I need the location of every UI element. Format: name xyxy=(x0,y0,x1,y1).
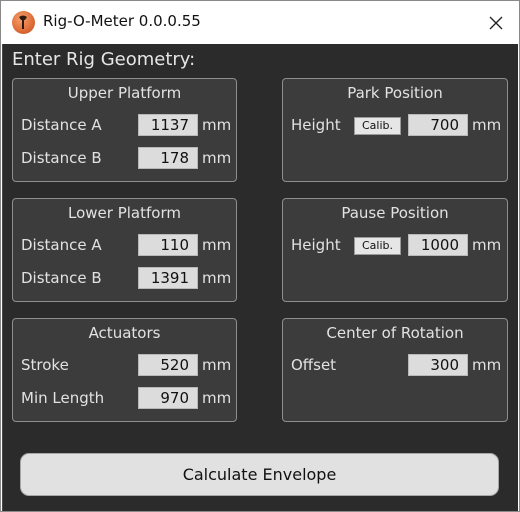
min-length-input[interactable]: 970 xyxy=(138,387,198,409)
upper-distance-a-input[interactable]: 1137 xyxy=(138,114,198,136)
main-content: Enter Rig Geometry: Upper Platform Dista… xyxy=(2,44,518,511)
unit-label: mm xyxy=(202,149,232,167)
actuators-panel: Actuators Stroke 520 mm Min Length 970 m… xyxy=(12,318,237,422)
pause-height-input[interactable]: 1000 xyxy=(408,234,468,256)
upper-platform-panel: Upper Platform Distance A 1137 mm Distan… xyxy=(12,78,237,182)
distance-b-label: Distance B xyxy=(21,149,102,167)
unit-label: mm xyxy=(202,269,232,287)
distance-a-label: Distance A xyxy=(21,116,102,134)
panel-title: Upper Platform xyxy=(67,84,182,102)
offset-input[interactable]: 300 xyxy=(408,354,468,376)
min-length-label: Min Length xyxy=(21,389,105,407)
unit-label: mm xyxy=(472,236,502,254)
offset-label: Offset xyxy=(291,356,337,374)
panel-title: Park Position xyxy=(347,84,443,102)
panel-title: Center of Rotation xyxy=(326,324,464,342)
height-label: Height xyxy=(291,236,341,254)
wrench-gauge-icon xyxy=(12,11,35,34)
panel-title: Lower Platform xyxy=(68,204,181,222)
unit-label: mm xyxy=(202,116,232,134)
height-label: Height xyxy=(291,116,341,134)
panel-title: Actuators xyxy=(88,324,161,342)
center-of-rotation-panel: Center of Rotation Offset 300 mm xyxy=(282,318,508,422)
page-title: Enter Rig Geometry: xyxy=(12,49,196,70)
stroke-label: Stroke xyxy=(21,356,69,374)
distance-b-label: Distance B xyxy=(21,269,102,287)
lower-distance-b-input[interactable]: 1391 xyxy=(138,267,198,289)
title-bar: Rig-O-Meter 0.0.0.55 xyxy=(1,1,519,44)
pause-calib-button[interactable]: Calib. xyxy=(354,237,401,255)
lower-distance-a-input[interactable]: 110 xyxy=(138,234,198,256)
unit-label: mm xyxy=(472,356,502,374)
unit-label: mm xyxy=(472,116,502,134)
close-button[interactable] xyxy=(473,1,519,44)
close-icon xyxy=(489,16,503,29)
upper-distance-b-input[interactable]: 178 xyxy=(138,147,198,169)
pause-position-panel: Pause Position Height Calib. 1000 mm xyxy=(282,198,508,302)
park-calib-button[interactable]: Calib. xyxy=(354,117,401,135)
unit-label: mm xyxy=(202,236,232,254)
distance-a-label: Distance A xyxy=(21,236,102,254)
lower-platform-panel: Lower Platform Distance A 110 mm Distanc… xyxy=(12,198,237,302)
calculate-envelope-button[interactable]: Calculate Envelope xyxy=(20,453,499,496)
panel-title: Pause Position xyxy=(341,204,449,222)
park-position-panel: Park Position Height Calib. 700 mm xyxy=(282,78,508,182)
unit-label: mm xyxy=(202,389,232,407)
app-window: Rig-O-Meter 0.0.0.55 Enter Rig Geometry:… xyxy=(0,0,520,512)
unit-label: mm xyxy=(202,356,232,374)
stroke-input[interactable]: 520 xyxy=(138,354,198,376)
window-title: Rig-O-Meter 0.0.0.55 xyxy=(43,12,201,30)
park-height-input[interactable]: 700 xyxy=(408,114,468,136)
